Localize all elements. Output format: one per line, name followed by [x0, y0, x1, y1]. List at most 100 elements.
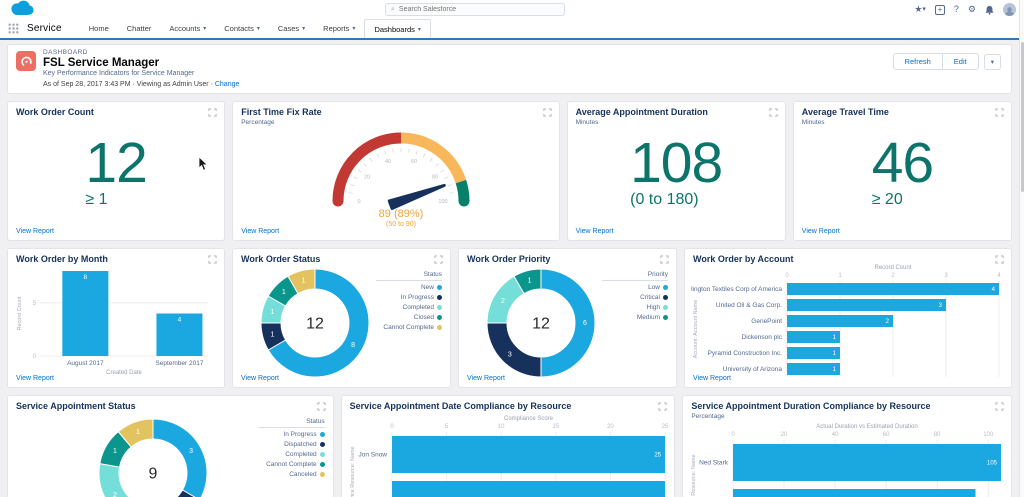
view-report-link[interactable]: View Report: [802, 228, 840, 235]
svg-text:105: 105: [987, 461, 998, 467]
expand-icon[interactable]: [995, 402, 1004, 411]
svg-text:4: 4: [178, 317, 182, 324]
tab-reports[interactable]: Reports▾: [314, 19, 364, 38]
view-report-link[interactable]: View Report: [241, 375, 279, 382]
view-report-link[interactable]: View Report: [16, 228, 54, 235]
legend-dot-icon: [320, 432, 325, 437]
view-report-link[interactable]: View Report: [241, 228, 279, 235]
widget-title: Average Travel Time: [794, 102, 1011, 118]
legend-item: Cannot Complete: [259, 461, 325, 468]
svg-text:2: 2: [113, 492, 117, 497]
svg-text:80: 80: [934, 432, 941, 438]
global-search[interactable]: ⌕: [385, 3, 565, 16]
legend-dot-icon: [663, 305, 668, 310]
bar-chart: 058August 20174September 2017Created Dat…: [14, 263, 218, 375]
help-icon[interactable]: ?: [954, 5, 959, 14]
expand-icon[interactable]: [208, 108, 217, 117]
global-header: ⌕ ★▾ + ? ⚙: [0, 0, 1024, 19]
legend-item: New: [376, 284, 442, 291]
svg-text:3: 3: [944, 273, 948, 279]
gauge-chart: 02040608010089 (89%)(50 to 90): [233, 102, 558, 228]
svg-text:60: 60: [411, 159, 417, 165]
svg-text:Ned Stark: Ned Stark: [699, 460, 729, 467]
svg-text:Service Resource: Name: Service Resource: Name: [350, 446, 356, 497]
svg-text:0: 0: [732, 432, 736, 438]
widget-title: Work Order Count: [8, 102, 224, 118]
favorites-icon[interactable]: ★▾: [914, 5, 926, 14]
svg-text:1: 1: [136, 429, 140, 436]
refresh-button[interactable]: Refresh: [893, 53, 943, 70]
view-report-link[interactable]: View Report: [16, 375, 54, 382]
hbar-chart: Actual Duration vs Estimated Duration020…: [689, 418, 1005, 497]
svg-text:Pyramid Construction Inc.: Pyramid Construction Inc.: [708, 350, 783, 357]
app-launcher-icon[interactable]: [8, 23, 19, 34]
svg-text:20: 20: [781, 432, 788, 438]
widget-work-order-count: Work Order Count 12 ≥ 1 View Report: [7, 101, 225, 241]
legend-dot-icon: [437, 285, 442, 290]
svg-text:United Oil & Gas Corp.: United Oil & Gas Corp.: [716, 302, 782, 309]
svg-text:0: 0: [358, 199, 361, 205]
svg-text:8: 8: [84, 274, 88, 281]
svg-text:Burlington Textiles Corp of Am: Burlington Textiles Corp of America: [691, 286, 782, 293]
app-name[interactable]: Service: [27, 23, 62, 34]
tab-contacts[interactable]: Contacts▾: [215, 19, 269, 38]
svg-text:12: 12: [532, 316, 550, 333]
global-actions-icon[interactable]: +: [935, 5, 945, 15]
svg-text:40: 40: [832, 432, 839, 438]
legend-dot-icon: [437, 315, 442, 320]
expand-icon[interactable]: [995, 108, 1004, 117]
chevron-down-icon: ▾: [257, 25, 260, 32]
svg-text:0: 0: [785, 273, 789, 279]
chart-legend: PriorityLowCriticalHighMedium: [602, 271, 668, 324]
widget-avg-appointment-duration: Average Appointment Duration Minutes 108…: [567, 101, 786, 241]
legend-dot-icon: [320, 452, 325, 457]
notifications-bell-icon[interactable]: [985, 5, 994, 15]
dashboard-description: Key Performance Indicators for Service M…: [43, 70, 239, 77]
widget-sa-date-compliance: Service Appointment Date Compliance by R…: [341, 395, 676, 497]
svg-text:80: 80: [432, 174, 438, 180]
svg-text:1: 1: [528, 278, 532, 285]
svg-text:25: 25: [654, 453, 661, 459]
salesforce-logo: [8, 0, 35, 21]
svg-text:GenePoint: GenePoint: [751, 318, 782, 325]
svg-text:100: 100: [984, 432, 995, 438]
svg-text:Jon Snow: Jon Snow: [358, 452, 387, 459]
svg-text:40: 40: [385, 159, 391, 165]
svg-text:3: 3: [189, 448, 193, 455]
chart-legend: StatusNewIn ProgressCompletedClosedCanno…: [376, 271, 442, 334]
change-link[interactable]: Change: [215, 81, 240, 88]
svg-text:Service Resource: Name: Service Resource: Name: [691, 454, 697, 497]
dashboard-header: DASHBOARD FSL Service Manager Key Perfor…: [7, 44, 1012, 94]
widget-subtitle: Minutes: [568, 118, 785, 126]
tab-chatter[interactable]: Chatter: [118, 19, 161, 38]
tab-home[interactable]: Home: [80, 19, 118, 38]
more-actions-button[interactable]: ▾: [984, 54, 1001, 70]
search-input[interactable]: [399, 6, 559, 13]
dashboard-page: DASHBOARD FSL Service Manager Key Perfor…: [0, 40, 1019, 497]
setup-gear-icon[interactable]: ⚙: [968, 5, 976, 14]
chevron-down-icon: ▾: [203, 25, 206, 32]
widget-subtitle: Minutes: [794, 118, 1011, 126]
view-report-link[interactable]: View Report: [693, 375, 731, 382]
edit-button[interactable]: Edit: [943, 53, 979, 70]
legend-title: Status: [259, 418, 325, 428]
svg-text:Record Count: Record Count: [874, 265, 911, 271]
svg-text:1: 1: [302, 278, 306, 285]
chart-legend: StatusIn ProgressDispatchedCompletedCann…: [259, 418, 325, 481]
tab-accounts[interactable]: Accounts▾: [160, 19, 215, 38]
user-avatar[interactable]: [1003, 3, 1016, 16]
svg-text:1: 1: [838, 273, 842, 279]
view-report-link[interactable]: View Report: [467, 375, 505, 382]
legend-title: Status: [376, 271, 442, 281]
tab-dashboards[interactable]: Dashboards▾: [364, 19, 430, 38]
page-scrollbar[interactable]: [1019, 0, 1024, 497]
expand-icon[interactable]: [769, 108, 778, 117]
page-title: FSL Service Manager: [43, 57, 239, 69]
as-of-line: As of Sep 28, 2017 3:43 PM · Viewing as …: [43, 81, 239, 88]
legend-item: High: [602, 304, 668, 311]
view-report-link[interactable]: View Report: [576, 228, 614, 235]
svg-text:2: 2: [501, 298, 505, 305]
tab-cases[interactable]: Cases▾: [269, 19, 314, 38]
widget-work-order-priority: Work Order Priority 632112 PriorityLowCr…: [458, 248, 677, 388]
widget-work-order-by-account: Work Order by Account Record Count012344…: [684, 248, 1012, 388]
